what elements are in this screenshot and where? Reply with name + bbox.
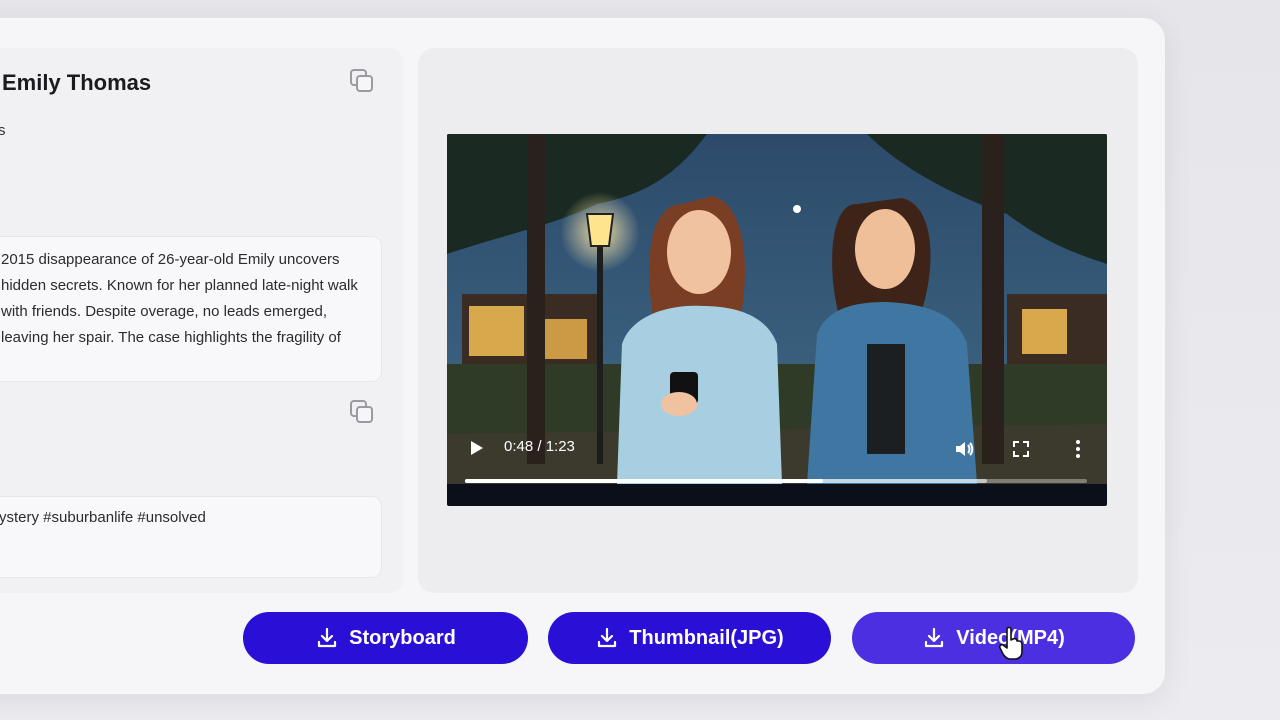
download-thumbnail-button[interactable]: Thumbnail(JPG)	[548, 612, 831, 664]
tags-box[interactable]: ystery #suburbanlife #unsolved	[0, 496, 382, 578]
copy-icon[interactable]	[349, 68, 375, 94]
video-time: 0:48 / 1:23	[504, 438, 575, 455]
download-thumbnail-label: Thumbnail(JPG)	[629, 626, 784, 649]
fullscreen-icon[interactable]	[1011, 439, 1031, 464]
description-text: 2015 disappearance of 26-year-old Emily …	[1, 251, 358, 346]
copy-icon[interactable]	[349, 399, 375, 425]
download-icon	[598, 627, 617, 648]
video-progress-fill	[465, 479, 823, 483]
play-icon[interactable]	[467, 439, 485, 462]
hand-cursor-icon	[998, 626, 1023, 660]
download-icon	[318, 627, 337, 648]
download-video-button[interactable]: Video(MP4)	[852, 612, 1135, 664]
tags-text: ystery #suburbanlife #unsolved	[0, 509, 206, 526]
download-storyboard-button[interactable]: Storyboard	[243, 612, 528, 664]
description-box[interactable]: 2015 disappearance of 26-year-old Emily …	[0, 236, 382, 382]
video-frame-illustration	[447, 134, 1107, 484]
download-icon	[925, 627, 944, 648]
more-options-icon[interactable]	[1072, 439, 1084, 464]
video-player[interactable]: 0:48 / 1:23	[447, 134, 1107, 506]
story-title: Emily Thomas	[2, 70, 152, 95]
download-storyboard-label: Storyboard	[349, 626, 456, 649]
video-progress-bar[interactable]	[465, 479, 1087, 483]
story-subtitle: s	[0, 122, 6, 139]
volume-icon[interactable]	[953, 438, 975, 465]
